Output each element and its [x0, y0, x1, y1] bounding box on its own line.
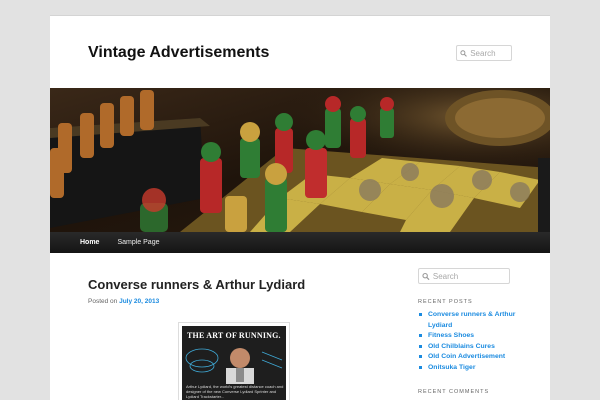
list-item: Onitsuka Tiger	[418, 363, 518, 374]
recent-post-link[interactable]: Old Coin Advertisement	[428, 353, 505, 360]
search-icon	[460, 49, 467, 57]
header-banner-image	[50, 88, 550, 232]
list-item: Converse runners & Arthur Lydiard	[418, 310, 518, 331]
nav-item-home[interactable]: Home	[80, 239, 99, 246]
recent-post-link[interactable]: Converse runners & Arthur Lydiard	[428, 311, 515, 329]
chess-board-illustration	[50, 88, 550, 232]
nav-item-sample-page[interactable]: Sample Page	[117, 239, 159, 246]
header-search[interactable]	[456, 45, 512, 61]
site-title[interactable]: Vintage Advertisements	[88, 44, 269, 62]
recent-comments-title: RECENT COMMENTS	[418, 389, 490, 395]
recent-post-link[interactable]: Fitness Shoes	[428, 332, 474, 339]
post-meta: Posted on July 20, 2013	[88, 298, 159, 305]
post-date-link[interactable]: July 20, 2013	[119, 298, 159, 305]
sidebar-search[interactable]	[418, 268, 510, 284]
recent-posts-list: Converse runners & Arthur Lydiard Fitnes…	[418, 310, 518, 373]
post-image[interactable]: THE ART OF RUNNING. Arthur Lydiard, the …	[178, 322, 290, 400]
search-icon	[422, 272, 430, 280]
posted-on-label: Posted on	[88, 298, 118, 305]
post-title[interactable]: Converse runners & Arthur Lydiard	[88, 277, 305, 292]
page: Vintage Advertisements Search Home Sampl…	[50, 15, 550, 400]
ad-caption: Arthur Lydiard, the world's greatest dis…	[186, 384, 284, 399]
sidebar-search-input[interactable]	[432, 271, 509, 281]
recent-post-link[interactable]: Onitsuka Tiger	[428, 364, 475, 371]
recent-posts-title: RECENT POSTS	[418, 299, 473, 305]
header-search-input[interactable]	[470, 48, 511, 58]
post-image-inner: THE ART OF RUNNING. Arthur Lydiard, the …	[182, 326, 286, 400]
list-item: Old Coin Advertisement	[418, 352, 518, 363]
main-navigation: Home Sample Page	[50, 232, 550, 253]
recent-post-link[interactable]: Old Chilblains Cures	[428, 343, 495, 350]
list-item: Old Chilblains Cures	[418, 342, 518, 353]
list-item: Fitness Shoes	[418, 331, 518, 342]
